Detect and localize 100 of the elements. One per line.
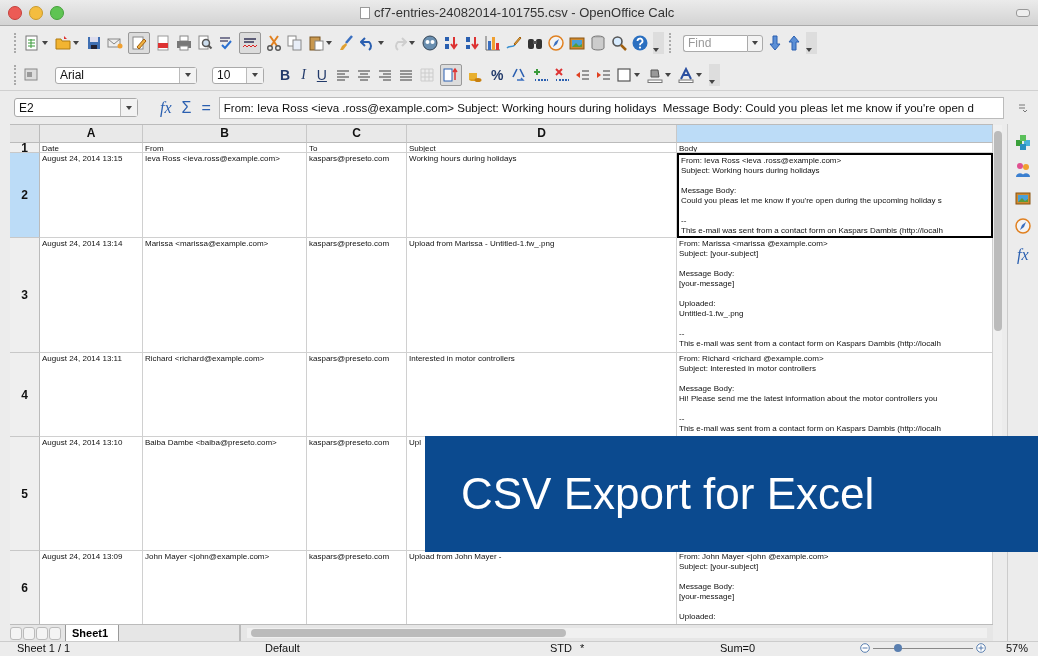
zoom-out-icon[interactable] — [860, 643, 870, 653]
row-header[interactable]: 5 — [10, 437, 40, 551]
styles-icon[interactable] — [24, 67, 40, 83]
table-cell: kaspars@preseto.com — [307, 437, 407, 551]
formula-button[interactable]: = — [199, 98, 213, 117]
font-color-icon[interactable] — [678, 67, 695, 83]
toolbar-grip[interactable] — [14, 33, 19, 53]
table-cell: Date — [40, 143, 143, 153]
paint-bucket-icon[interactable] — [647, 67, 664, 83]
sheet-tab[interactable]: Sheet1 — [65, 625, 120, 641]
caret-icon[interactable] — [252, 73, 258, 77]
font-size-field[interactable]: 10 — [212, 66, 264, 84]
table-cell: Baiba Dambe <baiba@preseto.com> — [143, 437, 307, 551]
page-magnifier-icon[interactable] — [197, 35, 213, 51]
column-header[interactable]: A — [40, 125, 143, 143]
wavy-underline-button[interactable] — [239, 32, 261, 54]
vertical-scrollbar[interactable] — [993, 125, 1002, 436]
number-format-icon[interactable] — [511, 67, 528, 83]
caret-icon[interactable] — [409, 41, 415, 45]
sort-descending-icon[interactable] — [464, 35, 480, 51]
toolbar-overflow-button[interactable] — [653, 32, 664, 54]
spellcheck-icon[interactable] — [218, 35, 234, 51]
caret-icon[interactable] — [653, 48, 659, 52]
align-left-icon[interactable] — [334, 67, 351, 83]
horizontal-scrollbar[interactable] — [247, 628, 987, 638]
people-icon[interactable] — [1014, 162, 1031, 178]
bold-button[interactable]: B — [277, 67, 294, 83]
pdf-icon[interactable] — [155, 35, 171, 51]
caret-icon[interactable] — [326, 41, 332, 45]
sort-ascending-icon[interactable] — [443, 35, 459, 51]
compass-icon[interactable] — [548, 35, 564, 51]
justify-icon[interactable] — [397, 67, 414, 83]
row-header[interactable]: 1 — [10, 143, 40, 153]
delete-decimal-icon[interactable] — [553, 67, 570, 83]
find-field[interactable]: Find — [683, 34, 747, 52]
database-icon[interactable] — [590, 35, 606, 51]
selection-mode: STD — [550, 641, 573, 655]
caret-icon[interactable] — [634, 73, 641, 77]
add-decimal-icon[interactable] — [532, 67, 549, 83]
printer-icon[interactable] — [176, 35, 192, 51]
pencil-line-icon[interactable] — [506, 35, 522, 51]
dropdown-button[interactable] — [747, 34, 763, 52]
clipboard-icon[interactable] — [308, 35, 324, 51]
help-icon[interactable] — [632, 35, 648, 51]
caret-icon[interactable] — [42, 41, 48, 45]
caret-icon[interactable] — [73, 41, 79, 45]
formula-input[interactable]: From: Ieva Ross <ieva .ross@example.com> Subject: Working hours during holidays Message Body: Could you pleas let me know if you're open d — [218, 96, 1004, 119]
function-wizard-button[interactable]: fx — [158, 98, 174, 117]
column-header[interactable]: D — [407, 125, 677, 143]
toolbar-overflow-button[interactable] — [806, 32, 817, 54]
caret-icon[interactable] — [185, 73, 191, 77]
caret-icon[interactable] — [752, 41, 758, 45]
scissors-icon[interactable] — [266, 35, 282, 51]
align-right-icon[interactable] — [376, 67, 393, 83]
sum-button[interactable]: Σ — [179, 98, 194, 117]
toolbar-grip[interactable] — [669, 33, 674, 53]
column-header[interactable]: B — [143, 125, 307, 143]
caret-icon[interactable] — [665, 73, 672, 77]
zoom-slider[interactable] — [873, 644, 973, 652]
row-header[interactable]: 2 — [10, 153, 40, 238]
cell-text-line: Uploaded: — [679, 299, 716, 309]
compass-icon[interactable] — [1014, 218, 1031, 234]
envelope-icon[interactable] — [107, 35, 123, 51]
search-icon[interactable] — [611, 35, 627, 51]
cell-text-line: Subject: Working hours during holidays — [681, 166, 820, 176]
bar-chart-icon[interactable] — [485, 35, 501, 51]
zoom-button[interactable] — [50, 5, 64, 20]
arrow-up-icon[interactable] — [787, 35, 801, 51]
cubes-icon[interactable] — [1014, 134, 1031, 150]
percent-button[interactable]: % — [487, 67, 507, 83]
close-button[interactable] — [8, 5, 22, 20]
picture-frame-icon[interactable] — [569, 35, 585, 51]
copy-icon[interactable] — [287, 35, 303, 51]
toolbar-grip[interactable] — [14, 65, 19, 85]
italic-button[interactable]: I — [298, 67, 309, 83]
brush-icon[interactable] — [339, 35, 355, 51]
toolbar-overflow-button[interactable] — [709, 64, 721, 86]
name-box[interactable]: E2 — [14, 98, 138, 117]
picture-frame-icon[interactable] — [1014, 190, 1031, 206]
caret-icon[interactable] — [126, 105, 132, 110]
toolbar-toggle-button[interactable] — [1016, 8, 1030, 17]
zoom-in-icon[interactable] — [976, 643, 986, 653]
font-name-field[interactable]: Arial — [55, 66, 197, 84]
caret-icon[interactable] — [378, 41, 384, 45]
cell-text-line: Subject: [your-subject] — [679, 562, 759, 572]
indent-icon[interactable] — [595, 67, 612, 83]
pencil-button[interactable] — [128, 32, 150, 54]
row-header[interactable]: 6 — [10, 551, 40, 624]
caret-icon[interactable] — [806, 48, 812, 52]
align-center-icon[interactable] — [355, 67, 372, 83]
table-cell: Richard <richard@example.com> — [143, 353, 307, 437]
column-header[interactable]: C — [307, 125, 407, 143]
arrow-down-icon[interactable] — [768, 35, 782, 51]
row-header[interactable]: 4 — [10, 353, 40, 437]
outdent-icon[interactable] — [574, 67, 591, 83]
functions-button[interactable]: fx — [1017, 246, 1029, 264]
underline-button[interactable]: U — [313, 67, 330, 83]
row-header[interactable]: 3 — [10, 238, 40, 353]
wrap-text-button[interactable] — [439, 64, 462, 86]
expand-icon[interactable] — [1017, 102, 1028, 113]
